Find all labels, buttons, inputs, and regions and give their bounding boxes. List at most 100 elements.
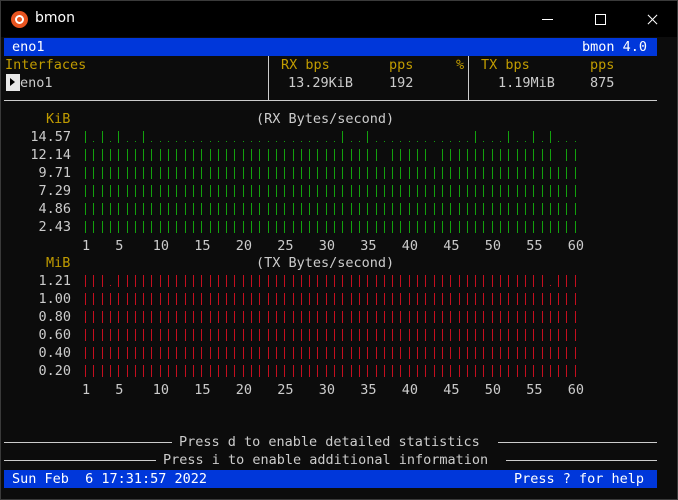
rx-bar-segment (85, 149, 86, 161)
tx-bar-segment (151, 365, 152, 377)
tx-bar-segment (359, 293, 360, 305)
tx-bar-segment (575, 311, 576, 323)
rx-bar-segment (351, 167, 352, 179)
rx-bar-segment (467, 185, 468, 197)
interface-row-name[interactable]: eno1 (20, 74, 53, 92)
rx-bar-segment (517, 167, 518, 179)
tx-bar-segment (259, 347, 260, 359)
tx-bar-segment (425, 347, 426, 359)
tx-bar-segment (185, 275, 186, 287)
tx-bar-segment (342, 347, 343, 359)
rx-empty-dot (525, 141, 526, 142)
tx-x-tick-label: 15 (194, 382, 211, 398)
tx-x-tick-label: 30 (318, 382, 335, 398)
rx-empty-dot (558, 141, 559, 142)
rx-bar-segment (276, 149, 277, 161)
rx-empty-dot (201, 141, 202, 142)
tx-bar-segment (417, 275, 418, 287)
rx-bar-segment (301, 221, 302, 233)
tx-bar-segment (376, 365, 377, 377)
rx-bar-segment (459, 149, 460, 161)
rx-bar-segment (500, 167, 501, 179)
rx-bar-segment (351, 149, 352, 161)
rx-bar-segment (542, 167, 543, 179)
tx-bar-segment (351, 293, 352, 305)
tx-bar-segment (185, 293, 186, 305)
rx-empty-dot (168, 141, 169, 142)
rx-bar-segment (309, 185, 310, 197)
rx-bar-segment (127, 167, 128, 179)
tx-bar-segment (542, 347, 543, 359)
tx-bar-segment (342, 311, 343, 323)
hint-detailed: Press d to enable detailed statistics (179, 434, 480, 450)
rx-bar-segment (201, 167, 202, 179)
tx-bar-segment (226, 275, 227, 287)
rx-bar-segment (384, 167, 385, 179)
tx-bar-segment (450, 275, 451, 287)
tx-bar-segment (293, 329, 294, 341)
tx-bar-segment (160, 311, 161, 323)
rx-bar-segment (102, 131, 103, 143)
maximize-button[interactable] (575, 1, 625, 37)
tx-bar-segment (367, 347, 368, 359)
tx-bar-segment (284, 365, 285, 377)
header-interface: eno1 (12, 39, 45, 55)
tx-bar-segment (575, 293, 576, 305)
hint-additional: Press i to enable additional information (163, 452, 489, 468)
tx-bar-segment (367, 293, 368, 305)
minimize-button[interactable] (523, 1, 573, 37)
tx-bar-segment (483, 365, 484, 377)
tx-bar-segment (110, 311, 111, 323)
rx-bar-segment (201, 149, 202, 161)
tx-bar-segment (193, 293, 194, 305)
rx-bar-segment (342, 221, 343, 233)
close-button[interactable] (627, 1, 677, 37)
rx-bar-segment (367, 149, 368, 161)
rx-bar-segment (135, 149, 136, 161)
tx-bar-segment (201, 329, 202, 341)
rx-bar-segment (517, 185, 518, 197)
tx-bar-segment (168, 311, 169, 323)
tx-bar-segment (160, 275, 161, 287)
rx-bar-segment (342, 185, 343, 197)
rx-bar-segment (143, 221, 144, 233)
tx-bar-segment (326, 293, 327, 305)
status-help[interactable]: Press ? for help (514, 470, 644, 488)
rx-bar-segment (276, 185, 277, 197)
rx-bar-segment (160, 149, 161, 161)
tx-bar-segment (492, 329, 493, 341)
rx-bar-segment (566, 185, 567, 197)
rx-bar-segment (492, 185, 493, 197)
tx-bar-segment (459, 365, 460, 377)
tx-bar-segment (218, 275, 219, 287)
rx-bar-segment (459, 221, 460, 233)
tx-bar-segment (85, 347, 86, 359)
tx-bar-segment (425, 311, 426, 323)
rx-bar-segment (85, 185, 86, 197)
tx-bar-segment (326, 275, 327, 287)
rx-empty-dot (517, 141, 518, 142)
tx-x-tick-label: 35 (360, 382, 377, 398)
tx-bar-segment (550, 365, 551, 377)
title-bar[interactable]: bmon (1, 1, 677, 37)
rx-bar-segment (425, 221, 426, 233)
rx-bar-segment (268, 203, 269, 215)
tx-x-tick-label: 1 (82, 382, 91, 398)
tx-x-tick-label: 50 (484, 382, 501, 398)
tx-bar-segment (409, 293, 410, 305)
tx-bar-segment (102, 293, 103, 305)
tx-bar-segment (143, 275, 144, 287)
rx-graph-title: (RX Bytes/second) (256, 111, 395, 127)
rx-bar-segment (234, 185, 235, 197)
tx-bar-segment (135, 311, 136, 323)
rx-bar-segment (193, 185, 194, 197)
rx-empty-dot (160, 141, 161, 142)
tx-bar-segment (251, 329, 252, 341)
tx-bar-segment (359, 347, 360, 359)
rx-bar-segment (367, 131, 368, 143)
rx-bar-segment (118, 167, 119, 179)
tx-bar-segment (533, 347, 534, 359)
table-divider (468, 56, 469, 100)
tx-bar-segment (542, 365, 543, 377)
tx-bar-segment (93, 365, 94, 377)
